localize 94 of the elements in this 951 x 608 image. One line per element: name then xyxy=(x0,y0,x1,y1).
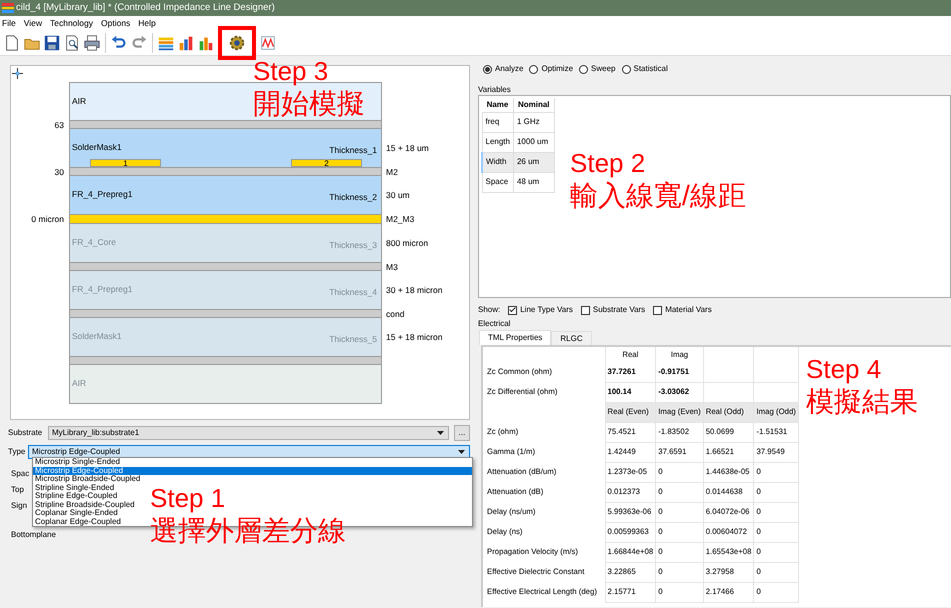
trace[interactable]: 1 xyxy=(90,159,161,167)
menu-item[interactable]: Help xyxy=(138,16,156,30)
field-label: Sign xyxy=(11,500,28,512)
layer-name: SolderMask1 xyxy=(72,330,122,343)
thickness-label: Thickness_3 xyxy=(329,239,377,252)
field-label: Top xyxy=(11,484,24,496)
table-cell[interactable]: Space xyxy=(482,172,514,192)
checkbox[interactable] xyxy=(508,306,518,314)
layer-name: FR_4_Prepreg1 xyxy=(72,283,132,296)
tab[interactable]: TML Properties xyxy=(479,330,552,345)
menu-item[interactable]: Technology xyxy=(50,16,93,30)
checkbox-label[interactable]: Material Vars xyxy=(665,304,712,316)
thickness-label: Thickness_2 xyxy=(329,191,377,204)
layer-value-label: M2 xyxy=(386,166,398,178)
step-annotation: Step 1 xyxy=(150,485,226,511)
menu-item[interactable]: View xyxy=(24,16,42,30)
substrate-label: Substrate xyxy=(7,427,44,439)
table-cell[interactable]: 1000 um xyxy=(513,132,554,152)
layer-position-label: 30 xyxy=(54,166,64,178)
checkbox-label[interactable]: Substrate Vars xyxy=(592,304,646,316)
show-label: Show: xyxy=(478,304,500,316)
field-label: Bottomplane xyxy=(11,529,56,541)
step-annotation: Step 2 xyxy=(570,150,646,176)
print-preview-icon xyxy=(63,34,81,52)
dielectric-layer[interactable]: SolderMask1 Thickness_1 1 2 xyxy=(69,129,382,168)
app-icon xyxy=(2,3,14,13)
layer-value-label: 15 + 18 micron xyxy=(386,331,442,344)
caret-icon xyxy=(437,431,444,435)
dropdown-option[interactable]: Microstrip Edge-Coupled xyxy=(33,466,472,475)
layer-value-label: 800 micron xyxy=(386,237,428,250)
checkbox-label[interactable]: Line Type Vars xyxy=(520,304,573,316)
radio-button[interactable] xyxy=(483,64,492,74)
layer-value-label: 15 + 18 um xyxy=(386,142,429,155)
column-header: Nominal xyxy=(513,98,554,112)
table-cell[interactable]: Width xyxy=(482,152,514,172)
save-icon xyxy=(43,34,61,52)
layer-value-label: M2_M3 xyxy=(386,213,414,226)
checkbox[interactable] xyxy=(653,306,662,314)
step-caption: 開始模擬 xyxy=(253,90,365,118)
gear-button[interactable] xyxy=(218,26,256,60)
type-label: Type xyxy=(7,446,26,458)
step-caption: 選擇外層差分線 xyxy=(150,517,346,545)
layer-value-label: M3 xyxy=(386,260,398,274)
step-caption: 模擬結果 xyxy=(806,388,918,416)
column-header: Name xyxy=(482,98,514,112)
substrate-dropdown[interactable]: MyLibrary_lib:substrate1 xyxy=(48,426,449,440)
menu-item[interactable]: File xyxy=(2,16,16,30)
section-title: Variables xyxy=(477,84,512,95)
layer-position-label: 0 micron xyxy=(31,213,64,226)
tab[interactable]: RLGC xyxy=(551,331,592,345)
field-label: Spac xyxy=(11,468,30,480)
layer-value-label: cond xyxy=(386,308,404,320)
thickness-label: Thickness_5 xyxy=(329,333,377,346)
layer-value-label: 30 um xyxy=(386,189,410,202)
step-annotation: Step 3 xyxy=(253,58,328,84)
radio-button[interactable] xyxy=(622,64,630,74)
browse-button[interactable]: ... xyxy=(454,425,470,441)
step-annotation: Step 4 xyxy=(806,356,882,382)
layer-name: FR_4_Core xyxy=(72,236,116,249)
layer-value-label: 30 + 18 micron xyxy=(386,284,442,297)
radio-label[interactable]: Sweep xyxy=(591,63,616,75)
checkbox[interactable] xyxy=(580,306,590,314)
thickness-label: Thickness_4 xyxy=(329,286,377,299)
dielectric-layer[interactable]: FR_4_Prepreg1 Thickness_2 xyxy=(69,176,382,215)
layer-name: AIR xyxy=(72,95,86,108)
section-title: Electrical xyxy=(477,318,512,330)
menu-item[interactable]: Options xyxy=(101,16,130,30)
radio-label[interactable]: Statistical xyxy=(634,63,668,75)
layer-name: SolderMask1 xyxy=(72,141,122,154)
radio-button[interactable] xyxy=(579,64,588,74)
bar-chart-icon xyxy=(177,34,195,52)
layer-position-label: 63 xyxy=(54,118,64,132)
radio-button[interactable] xyxy=(529,64,538,74)
printer-icon xyxy=(83,34,101,52)
step-caption: 輸入線寬/線距 xyxy=(570,182,746,210)
layer-name: FR_4_Prepreg1 xyxy=(72,188,132,201)
new-document-icon xyxy=(3,34,21,52)
thickness-label: Thickness_1 xyxy=(329,144,377,157)
radio-label[interactable]: Analyze xyxy=(495,63,524,75)
move-icon[interactable] xyxy=(12,68,23,79)
trace[interactable]: 2 xyxy=(291,159,362,167)
dropdown-option[interactable]: Microstrip Broadside-Coupled xyxy=(33,475,472,484)
caret-icon xyxy=(458,450,465,454)
table-cell[interactable]: freq xyxy=(482,112,514,132)
layer-name: AIR xyxy=(72,377,86,390)
radio-label[interactable]: Optimize xyxy=(541,63,574,75)
gear-icon xyxy=(228,34,246,52)
dropdown-option[interactable]: Microstrip Single-Ended xyxy=(33,458,472,466)
graph-icon xyxy=(259,34,277,52)
table-cell[interactable]: 48 um xyxy=(513,172,554,192)
table-cell[interactable]: 26 um xyxy=(513,152,554,172)
window-title: cild_4 [MyLibrary_lib] * (Controlled Impedance Line Designer) xyxy=(16,1,275,15)
table-cell[interactable]: 1 GHz xyxy=(513,112,554,132)
table-cell[interactable]: Length xyxy=(482,132,514,152)
